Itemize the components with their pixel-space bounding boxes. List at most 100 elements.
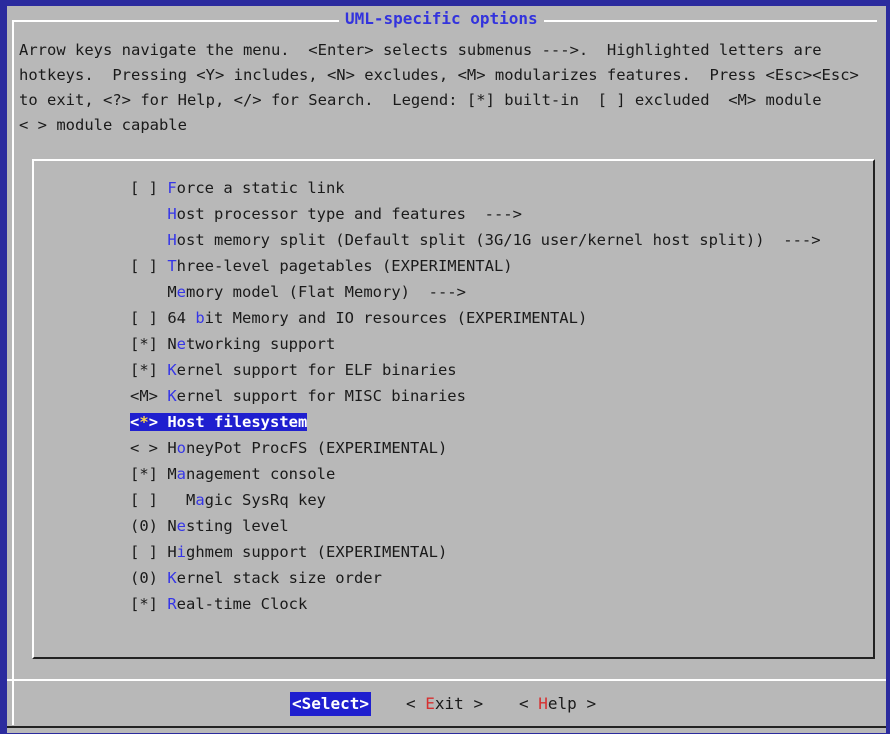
menu-item[interactable]: [ ] Highmem support (EXPERIMENTAL) (130, 539, 447, 565)
menu-item-prefix (130, 231, 167, 249)
menu-item-prefix: [*] (130, 595, 168, 613)
menu-item[interactable]: [ ] Magic SysRq key (130, 487, 326, 513)
menu-item-text: [*] Kernel support for ELF binaries (130, 361, 457, 379)
menu-item-prefix: [*] M (130, 465, 177, 483)
menu-item-text: [*] Real-time Clock (130, 595, 307, 613)
menu-item-text: <M> Kernel support for MISC binaries (130, 387, 466, 405)
menu-item-hotkey: b (195, 309, 205, 327)
menu-item-hotkey: e (176, 335, 187, 353)
menu-item-prefix: [*] N (130, 335, 177, 353)
help-button-bracket: < (519, 694, 539, 713)
menu-item-text: [ ] Magic SysRq key (130, 491, 326, 509)
button-bar: <Select> < Exit > < Help > (7, 682, 886, 726)
help-line: to exit, <?> for Help, </> for Search. L… (19, 91, 822, 109)
menu-item-hotkey: K (167, 387, 177, 405)
menu-item-hotkey: T (167, 257, 177, 275)
menu-item-hotkey: e (176, 283, 187, 301)
menu-item[interactable]: Memory model (Flat Memory) ---> (130, 279, 466, 305)
menu-item-text: (0) Kernel stack size order (130, 569, 382, 587)
menu-item-text: Host memory split (Default split (3G/1G … (130, 231, 821, 249)
menu-item-label: eal-time Clock (176, 595, 308, 613)
menu-item-label: neyPot ProcFS (EXPERIMENTAL) (186, 439, 448, 457)
menu-item-prefix: (0) N (130, 517, 177, 535)
menu-item-hotkey: e (176, 517, 187, 535)
help-button-hotkey: H (538, 694, 548, 713)
menu-item-label: mory model (Flat Memory) ---> (186, 283, 466, 301)
menu-item-hotkey: F (167, 179, 177, 197)
menu-item-hotkey: H (167, 231, 177, 249)
menu-item-label: ernel support for MISC binaries (176, 387, 466, 405)
menu-item-hotkey: o (176, 439, 187, 457)
menu-item-prefix (130, 205, 167, 223)
menu-item-text: < > HoneyPot ProcFS (EXPERIMENTAL) (130, 439, 447, 457)
menu-item[interactable]: [*] Kernel support for ELF binaries (130, 357, 457, 383)
menu-item[interactable]: [*] Real-time Clock (130, 591, 307, 617)
menu-item[interactable]: <M> Kernel support for MISC binaries (130, 383, 466, 409)
menu-item-label: nagement console (186, 465, 336, 483)
menuconfig-dialog: UML-specific options Arrow keys navigate… (7, 6, 886, 733)
exit-button[interactable]: < Exit > (406, 692, 483, 716)
exit-button-bracket: < (406, 694, 426, 713)
dialog-bottom-edge (7, 726, 886, 728)
menu-item-text: [ ] Three-level pagetables (EXPERIMENTAL… (130, 257, 513, 275)
help-line: < > module capable (19, 116, 187, 134)
menu-item-hotkey: R (167, 595, 177, 613)
help-text: Arrow keys navigate the menu. <Enter> se… (19, 38, 879, 138)
menu-item-text: <*> Host filesystem (130, 413, 308, 431)
menu-box: [ ] Force a static link Host processor t… (32, 159, 875, 659)
help-line: hotkeys. Pressing <Y> includes, <N> excl… (19, 66, 859, 84)
menu-item-label: ernel support for ELF binaries (176, 361, 457, 379)
menu-item[interactable]: (0) Kernel stack size order (130, 565, 382, 591)
menu-item-hotkey: H (167, 205, 177, 223)
menu-item-prefix: M (130, 283, 177, 301)
menu-item-prefix: (0) (130, 569, 168, 587)
help-button-label: elp > (547, 694, 597, 713)
exit-button-label: xit > (434, 694, 484, 713)
menu-item-hotkey: a (176, 465, 187, 483)
menu-item-hotkey: K (167, 361, 177, 379)
menu-item-hotkey: i (176, 543, 187, 561)
help-line: Arrow keys navigate the menu. <Enter> se… (19, 41, 822, 59)
menu-item-label: > Host filesystem (148, 413, 308, 431)
select-button[interactable]: <Select> (290, 692, 372, 716)
menu-item[interactable]: [ ] Force a static link (130, 175, 345, 201)
menu-item-prefix: < (130, 413, 140, 431)
menu-item[interactable]: Host processor type and features ---> (130, 201, 522, 227)
menu-item-hotkey: K (167, 569, 177, 587)
menu-item-hotkey: a (195, 491, 205, 509)
menu-item[interactable]: [ ] 64 bit Memory and IO resources (EXPE… (130, 305, 587, 331)
help-button[interactable]: < Help > (519, 692, 596, 716)
menu-item-label: ost processor type and features ---> (176, 205, 522, 223)
menu-item-label: tworking support (186, 335, 336, 353)
menu-item[interactable]: < > HoneyPot ProcFS (EXPERIMENTAL) (130, 435, 447, 461)
menu-item-label: orce a static link (176, 179, 345, 197)
menu-item[interactable]: [*] Networking support (130, 331, 335, 357)
menu-item[interactable]: [ ] Three-level pagetables (EXPERIMENTAL… (130, 253, 513, 279)
menu-item-text: [*] Management console (130, 465, 335, 483)
menu-item-prefix: [ ] (130, 179, 168, 197)
menu-item-text: [ ] Force a static link (130, 179, 345, 197)
menu-item-selected[interactable]: <*> Host filesystem (130, 409, 308, 435)
menu-item-text: Host processor type and features ---> (130, 205, 522, 223)
menu-item-prefix: [ ] 64 (130, 309, 196, 327)
menu-item-label: sting level (186, 517, 289, 535)
menu-item[interactable]: (0) Nesting level (130, 513, 289, 539)
menu-item-label: it Memory and IO resources (EXPERIMENTAL… (204, 309, 588, 327)
exit-button-hotkey: E (425, 694, 435, 713)
menu-item-label: gic SysRq key (204, 491, 326, 509)
menu-item-prefix: < > H (130, 439, 177, 457)
menu-item-label: ernel stack size order (176, 569, 382, 587)
button-separator (7, 679, 886, 681)
frame-left-rule (12, 20, 14, 725)
menu-item-label: ost memory split (Default split (3G/1G u… (176, 231, 821, 249)
menu-item[interactable]: Host memory split (Default split (3G/1G … (130, 227, 821, 253)
menu-item-hotkey: * (139, 413, 149, 431)
menu-item-text: [ ] Highmem support (EXPERIMENTAL) (130, 543, 447, 561)
menu-item-text: Memory model (Flat Memory) ---> (130, 283, 466, 301)
menu-item-text: [ ] 64 bit Memory and IO resources (EXPE… (130, 309, 587, 327)
menu-item-text: [*] Networking support (130, 335, 335, 353)
menu-item-prefix: <M> (130, 387, 168, 405)
menu-item-label: hree-level pagetables (EXPERIMENTAL) (176, 257, 513, 275)
menu-item-text: (0) Nesting level (130, 517, 289, 535)
menu-item[interactable]: [*] Management console (130, 461, 335, 487)
